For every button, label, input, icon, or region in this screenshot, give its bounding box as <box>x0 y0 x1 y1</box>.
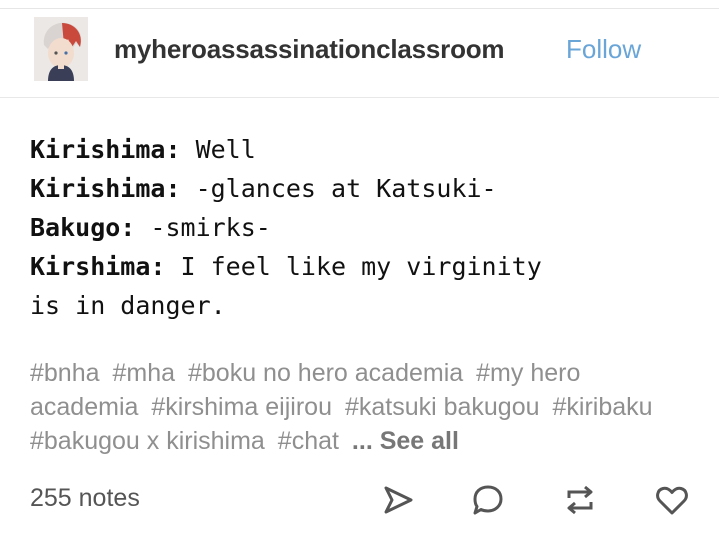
post-card: myheroassassinationclassroom Follow Kiri… <box>0 0 719 541</box>
tag-link[interactable]: #kiribaku <box>552 393 652 421</box>
see-all-link[interactable]: ... See all <box>352 427 459 455</box>
chat-text: Well <box>180 135 256 164</box>
tag-list: #bnha #mha #boku no hero academia #my he… <box>30 356 700 458</box>
username[interactable]: myheroassassinationclassroom <box>114 34 505 65</box>
speaker-name: Kirishima: <box>30 135 181 164</box>
share-icon[interactable] <box>380 482 416 518</box>
chat-text: -smirks- <box>135 213 271 242</box>
like-icon[interactable] <box>654 482 690 518</box>
chat-text: is in danger. <box>30 291 226 320</box>
post-footer: 255 notes <box>0 478 719 528</box>
chat-line: Kirishima: Well <box>30 130 700 169</box>
follow-button[interactable]: Follow <box>566 34 641 65</box>
reblog-icon[interactable] <box>562 482 598 518</box>
tag-link[interactable]: #boku no hero academia <box>188 359 463 387</box>
speaker-name: Kirshima: <box>30 252 166 281</box>
speaker-name: Kirishima: <box>30 174 181 203</box>
chat-line: is in danger. <box>30 286 700 325</box>
chat-line: Kirshima: I feel like my virginity <box>30 247 700 286</box>
chat-text: -glances at Katsuki- <box>180 174 497 203</box>
tag-link[interactable]: #bakugou x kirishima <box>30 427 265 455</box>
chat-line: Bakugo: -smirks- <box>30 208 700 247</box>
chat-text: I feel like my virginity <box>165 252 542 281</box>
tag-link[interactable]: #kirshima eijirou <box>151 393 332 421</box>
post-body: Kirishima: Well Kirishima: -glances at K… <box>30 130 700 325</box>
chat-line: Kirishima: -glances at Katsuki- <box>30 169 700 208</box>
tag-link[interactable]: #chat <box>278 427 339 455</box>
notes-count[interactable]: 255 notes <box>30 484 140 513</box>
tag-link[interactable]: #katsuki bakugou <box>345 393 540 421</box>
speaker-name: Bakugo: <box>30 213 136 242</box>
tag-link[interactable]: #bnha <box>30 359 100 387</box>
post-header: myheroassassinationclassroom Follow <box>0 9 719 98</box>
reply-icon[interactable] <box>470 482 506 518</box>
tag-link[interactable]: #mha <box>112 359 175 387</box>
avatar[interactable] <box>34 17 88 81</box>
